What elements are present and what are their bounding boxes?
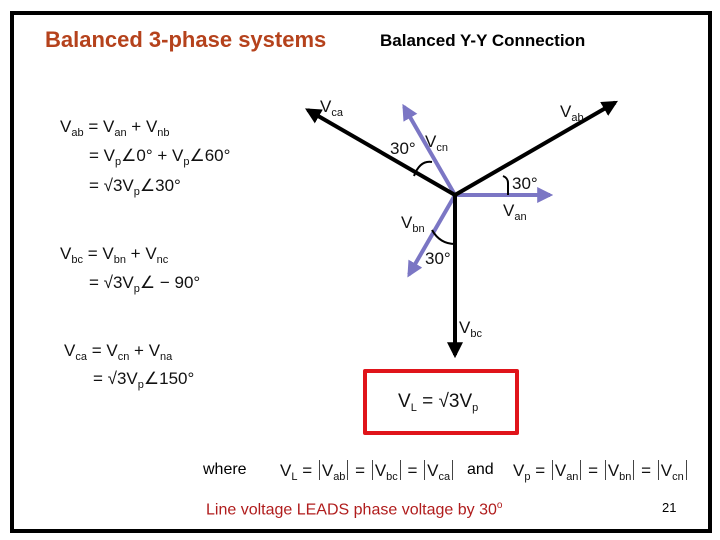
angle-arc-van-vab bbox=[502, 175, 509, 195]
label-vbn: Vbn bbox=[401, 213, 425, 235]
eq-term: = bbox=[402, 461, 423, 480]
abs-bar bbox=[424, 460, 426, 480]
eq-sub: an bbox=[566, 471, 579, 483]
abs-bar bbox=[633, 460, 635, 480]
eq-term: = bbox=[297, 461, 317, 480]
abs-bar bbox=[685, 460, 687, 480]
abs-bar bbox=[604, 460, 606, 480]
label-vab: Vab bbox=[560, 102, 584, 124]
eq-term: = bbox=[350, 461, 370, 480]
eq-phase-voltage-def: Vp = Van = Vbn = Vcn bbox=[513, 460, 689, 483]
label-vca: Vca bbox=[320, 97, 344, 119]
eq-term: V bbox=[280, 461, 292, 480]
eq-term: = bbox=[583, 461, 603, 480]
eq-boxed: VL = √3Vp bbox=[398, 392, 478, 414]
eq-term: V bbox=[398, 391, 411, 412]
eq-sub: p bbox=[472, 402, 479, 414]
abs-bar bbox=[580, 460, 582, 480]
abs-bar bbox=[551, 460, 553, 480]
and-label: and bbox=[467, 461, 494, 478]
eq-term: = bbox=[636, 461, 656, 480]
eq-term: V bbox=[607, 461, 620, 480]
label-vcn: Vcn bbox=[425, 132, 448, 154]
abs-bar bbox=[318, 460, 320, 480]
abs-bar bbox=[347, 460, 349, 480]
abs-bar bbox=[452, 460, 454, 480]
label-van: Van bbox=[503, 201, 527, 223]
eq-term: V bbox=[660, 461, 673, 480]
eq-term: V bbox=[427, 461, 439, 480]
page-number: 21 bbox=[662, 500, 677, 515]
eq-sub: bc bbox=[386, 471, 398, 483]
eq-term: V bbox=[374, 461, 387, 480]
eq-sub: ab bbox=[333, 471, 346, 483]
vector-vca bbox=[305, 108, 457, 197]
footer-text: Line voltage LEADS phase voltage by 30 bbox=[206, 501, 497, 519]
eq-term: = √3V bbox=[416, 391, 473, 412]
abs-bar bbox=[399, 460, 401, 480]
eq-term: V bbox=[513, 461, 525, 480]
where-label: where bbox=[203, 461, 247, 478]
phasor-diagram: 30° 30° 30° Vca Vcn Vab Van Vbn Vbc bbox=[305, 97, 618, 359]
footer-note: Line voltage LEADS phase voltage by 30o bbox=[206, 500, 502, 519]
footer-degree: o bbox=[496, 500, 503, 511]
eq-sub: bn bbox=[619, 471, 632, 483]
eq-sub: cn bbox=[672, 471, 684, 483]
eq-sub: ca bbox=[438, 471, 451, 483]
eq-line-voltage-def: VL = Vab = Vbc = Vca bbox=[280, 460, 455, 483]
abs-bar bbox=[657, 460, 659, 480]
label-vbc: Vbc bbox=[459, 318, 482, 340]
eq-term: V bbox=[554, 461, 567, 480]
abs-bar bbox=[371, 460, 373, 480]
angle-label-3: 30° bbox=[425, 249, 451, 268]
eq-term: V bbox=[321, 461, 334, 480]
angle-label-2: 30° bbox=[512, 174, 538, 193]
angle-label-1: 30° bbox=[390, 139, 416, 158]
eq-term: = bbox=[530, 461, 550, 480]
